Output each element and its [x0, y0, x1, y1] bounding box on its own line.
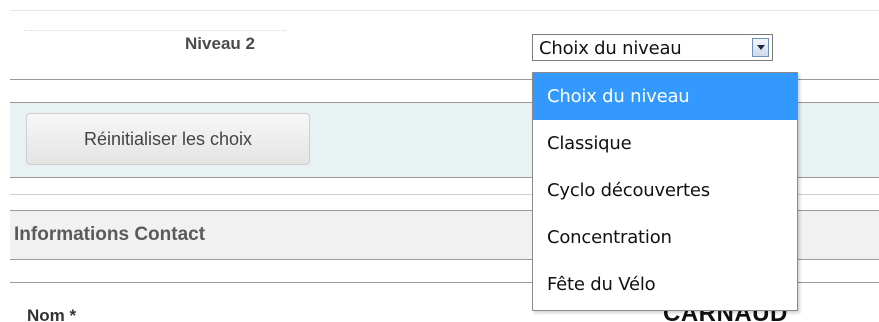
chevron-down-icon[interactable]	[752, 38, 769, 57]
reset-choices-button[interactable]: Réinitialiser les choix	[26, 113, 310, 165]
contact-section-title: Informations Contact	[14, 224, 206, 245]
dropdown-option[interactable]: Fête du Vélo	[533, 261, 797, 308]
level-select-value: Choix du niveau	[539, 38, 682, 59]
level-select[interactable]: Choix du niveau	[532, 34, 773, 61]
name-field-label: Nom *	[27, 306, 77, 322]
dropdown-option[interactable]: Cyclo découvertes	[533, 167, 797, 214]
form-page: Niveau 2 Choix du niveau Réinitialiser l…	[0, 0, 879, 322]
top-divider	[10, 10, 879, 11]
level-label: Niveau 2	[185, 34, 255, 53]
level-dropdown-list: Choix du niveau Classique Cyclo découver…	[532, 72, 798, 311]
dropdown-option[interactable]: Classique	[533, 120, 797, 167]
dropdown-option[interactable]: Concentration	[533, 214, 797, 261]
dropdown-option[interactable]: Choix du niveau	[533, 73, 797, 120]
dotted-separator	[24, 30, 286, 31]
